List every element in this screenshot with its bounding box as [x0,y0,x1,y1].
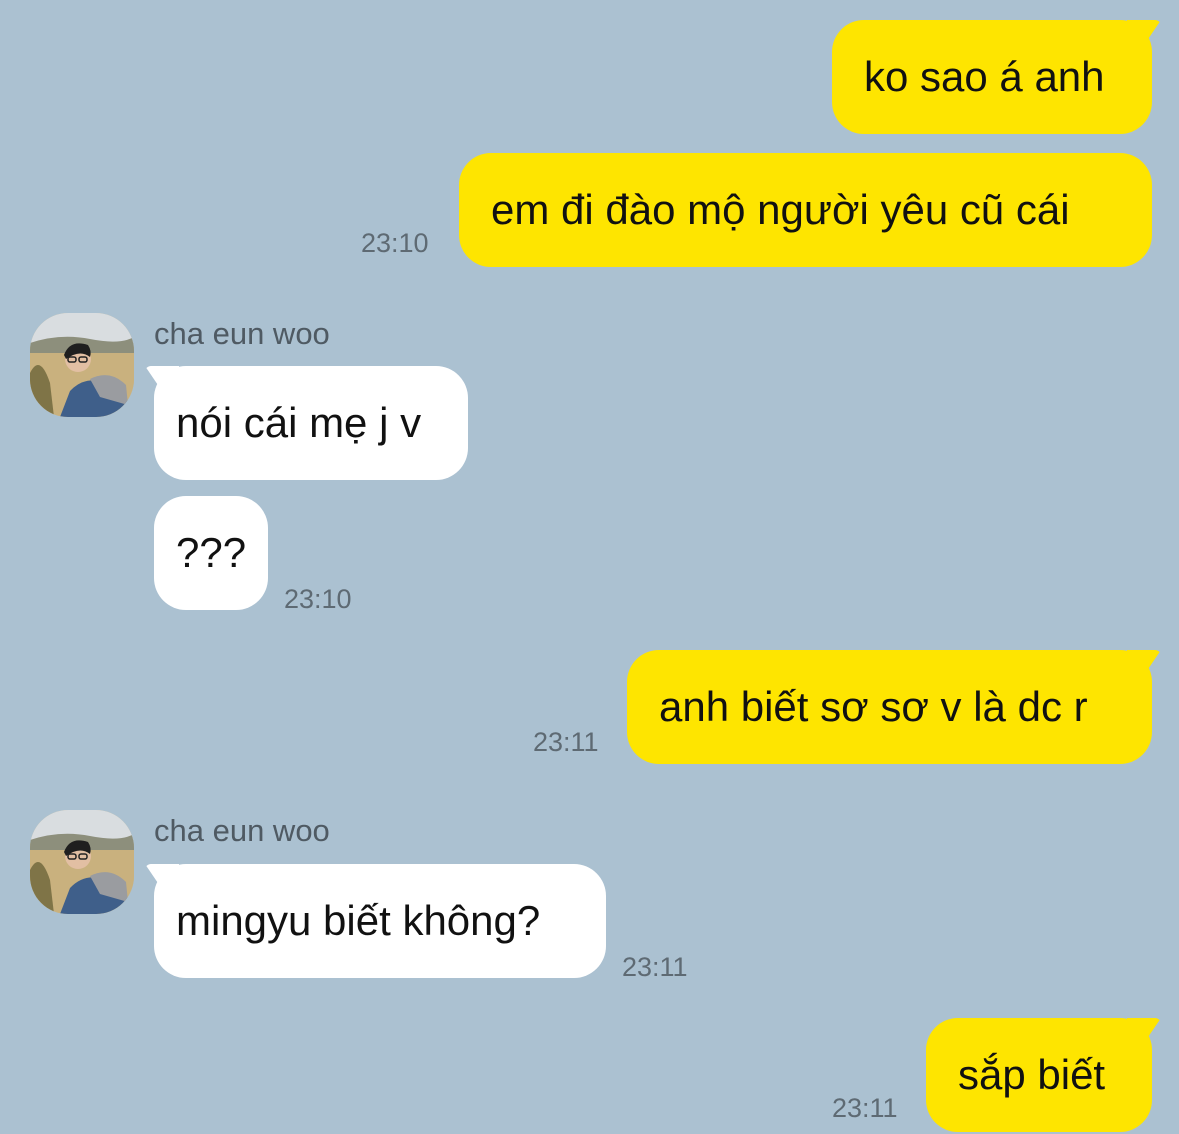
received-message-bubble[interactable]: nói cái mẹ j v [154,366,468,480]
contact-name: cha eun woo [154,813,330,848]
avatar-photo [30,810,134,914]
message-timestamp: 23:11 [533,727,599,757]
contact-avatar[interactable] [30,313,134,417]
sent-message-bubble[interactable]: ko sao á anh [832,20,1152,134]
message-timestamp: 23:11 [832,1093,898,1123]
chat-transcript: ko sao á anh 23:10 em đi đào mộ người yê… [0,0,1179,1134]
received-message-bubble[interactable]: mingyu biết không? [154,864,606,978]
received-message-bubble[interactable]: ??? [154,496,268,610]
message-timestamp: 23:10 [284,584,352,614]
sent-message-bubble[interactable]: em đi đào mộ người yêu cũ cái [459,153,1152,267]
message-timestamp: 23:10 [361,228,429,258]
contact-name: cha eun woo [154,316,330,351]
avatar-photo [30,313,134,417]
sent-message-bubble[interactable]: sắp biết [926,1018,1152,1132]
message-timestamp: 23:11 [622,952,688,982]
contact-avatar[interactable] [30,810,134,914]
sent-message-bubble[interactable]: anh biết sơ sơ v là dc r [627,650,1152,764]
